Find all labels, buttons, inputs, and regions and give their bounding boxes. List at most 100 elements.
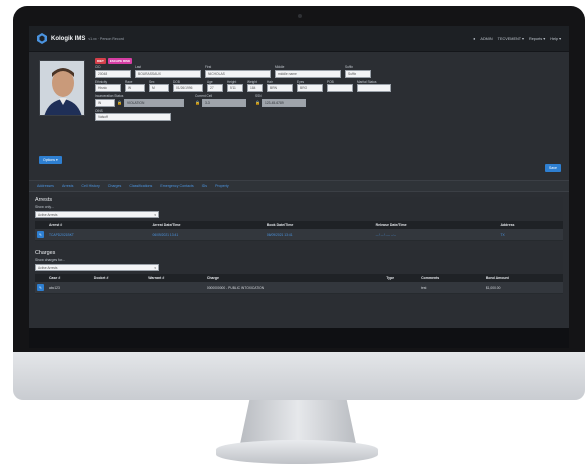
warrant-number-cell: [146, 282, 205, 294]
nav-help-dropdown[interactable]: Help ▾: [550, 36, 561, 41]
case-number-cell: abc123: [47, 282, 92, 294]
tab-ids[interactable]: IDs: [202, 184, 207, 188]
chevron-down-icon: ▾: [154, 265, 156, 270]
arrests-filter-select[interactable]: Active Arrests ▾: [35, 211, 159, 218]
badge-diet: DIET: [95, 58, 106, 64]
last-name-field[interactable]: BOURASSAUX: [135, 69, 201, 78]
edit-column-header: [35, 221, 47, 229]
nav-reports-dropdown[interactable]: Reports ▾: [529, 36, 545, 41]
monitor-scene: Kologik IMS v1.xx · Person Record ● ADMI…: [0, 0, 587, 470]
top-nav: ● ADMIN TECVEMENT ▾ Reports ▾ Help ▾: [473, 36, 561, 42]
table-row[interactable]: ✎ abc123 0000000000 - PUBLIC INTOXICATIO…: [35, 282, 563, 294]
camera-dot: [298, 14, 302, 18]
top-bar: Kologik IMS v1.xx · Person Record ● ADMI…: [29, 26, 569, 52]
col-case-number[interactable]: Case #: [47, 274, 92, 282]
col-address[interactable]: Address: [498, 221, 563, 229]
tab-cell-history[interactable]: Cell History: [81, 184, 99, 188]
col-comments[interactable]: Comments: [419, 274, 484, 282]
age-field[interactable]: 27: [207, 84, 223, 92]
pob-select[interactable]: [327, 84, 353, 92]
badge-escape-risk: ESCAPE RISK: [107, 58, 133, 64]
edit-icon[interactable]: ✎: [37, 231, 44, 238]
kologik-logo-icon: [37, 33, 47, 44]
charges-title: Charges: [35, 250, 56, 256]
brand-name[interactable]: Kologik IMS: [51, 36, 85, 42]
bond-amount-cell: $1,000.00: [483, 282, 563, 294]
cid-field[interactable]: 20048: [95, 69, 131, 78]
monitor-chin: [13, 352, 585, 400]
charge-cell: 0000000000 - PUBLIC INTOXICATION: [204, 282, 385, 294]
sex-select[interactable]: M: [149, 84, 169, 92]
lock-icon: 🔒: [255, 100, 260, 105]
middle-name-field[interactable]: middle name: [275, 69, 341, 78]
oins-field[interactable]: Valsoff: [95, 113, 171, 121]
edit-icon[interactable]: ✎: [37, 284, 44, 291]
book-datetime-cell: 06/09/2021 13:41: [264, 229, 374, 241]
height-field[interactable]: 5'11: [227, 84, 243, 92]
race-select[interactable]: W: [125, 84, 145, 92]
brand-subtitle: v1.xx · Person Record: [88, 36, 124, 41]
arrests-section: Arrests Show only... Active Arrests ▾ Arr…: [35, 197, 563, 241]
arrests-filter-label: Show only...: [35, 205, 54, 209]
record-tabs: Addresses Arrests Cell History Charges C…: [29, 180, 569, 192]
address-cell: TX: [498, 229, 563, 241]
charges-filter-label: Show charges for...: [35, 258, 65, 262]
tab-charges[interactable]: Charges: [108, 184, 122, 188]
col-arrest-datetime[interactable]: Arrest Date/Time: [150, 221, 265, 229]
arrest-number-cell[interactable]: TCAPD2021BKT: [47, 229, 151, 241]
first-name-field[interactable]: NICHOLAS: [205, 69, 271, 78]
chevron-down-icon: ▾: [154, 212, 156, 217]
current-cell-field: 3-3: [201, 98, 246, 107]
ssn-field: 123-45-6789: [261, 98, 306, 107]
lock-icon: 🔒: [117, 100, 122, 105]
lock-icon: 🔒: [195, 100, 200, 105]
person-fields: CID 20048 Last BOURASSAUX First NICHOLAS Mi…: [95, 65, 561, 123]
col-book-datetime[interactable]: Book Date/Time: [264, 221, 374, 229]
arrests-title: Arrests: [35, 197, 53, 203]
person-header: DIET ESCAPE RISK CID 20048 Last BOURASSAUX…: [29, 52, 569, 180]
type-cell: [384, 282, 420, 294]
ethnicity-select[interactable]: Hisnic: [95, 84, 121, 92]
incarceration-detail-field: VIOLATION: [123, 98, 184, 107]
hair-select[interactable]: BRN: [267, 84, 293, 92]
tab-property[interactable]: Property: [215, 184, 229, 188]
tab-arrests[interactable]: Arrests: [62, 184, 73, 188]
col-docket-number[interactable]: Docket #: [91, 274, 147, 282]
marital-select[interactable]: [357, 84, 391, 92]
col-arrest-number[interactable]: Arrest #: [47, 221, 151, 229]
charges-filter-value: Active Arrests: [38, 265, 58, 270]
incarceration-status-select[interactable]: IN: [95, 98, 115, 107]
tab-emergency-contacts[interactable]: Emergency Contacts: [160, 184, 193, 188]
col-bond-amount[interactable]: Bond Amount: [483, 274, 563, 282]
screen-bottom-bar: [29, 328, 569, 348]
edit-column-header: [35, 274, 47, 282]
alert-badges: DIET ESCAPE RISK: [95, 58, 133, 64]
inmate-photo: [39, 60, 85, 116]
docket-number-cell: [91, 282, 147, 294]
user-icon[interactable]: ●: [473, 37, 475, 41]
arrest-datetime-cell: 06/09/2021 13:41: [150, 229, 265, 241]
tab-addresses[interactable]: Addresses: [37, 184, 54, 188]
options-button[interactable]: Options ▾: [39, 156, 62, 164]
nav-admin[interactable]: ADMIN: [480, 37, 492, 41]
col-warrant-number[interactable]: Warrant #: [146, 274, 205, 282]
eyes-select[interactable]: BRO: [297, 84, 323, 92]
app-screen: Kologik IMS v1.xx · Person Record ● ADMI…: [29, 26, 569, 348]
suffix-field[interactable]: Suffix: [345, 69, 371, 78]
tab-classifications[interactable]: Classifications: [129, 184, 152, 188]
release-datetime-cell: -- / -- / ---- --:--: [373, 229, 499, 241]
dob-field[interactable]: 01/26/1996: [173, 84, 203, 92]
charges-section: Charges Show charges for... Active Arres…: [35, 250, 563, 294]
charges-table: Case # Docket # Warrant # Charge Type Co…: [35, 274, 563, 294]
col-type[interactable]: Type: [384, 274, 420, 282]
weight-field[interactable]: 184: [247, 84, 263, 92]
charges-filter-select[interactable]: Active Arrests ▾: [35, 264, 159, 271]
col-charge[interactable]: Charge: [204, 274, 385, 282]
nav-agency-dropdown[interactable]: TECVEMENT ▾: [498, 36, 524, 41]
save-button[interactable]: Save: [545, 164, 561, 172]
arrests-filter-value: Active Arrests: [38, 212, 58, 217]
comments-cell: test: [419, 282, 484, 294]
monitor-stand-foot: [216, 440, 378, 464]
table-row[interactable]: ✎ TCAPD2021BKT 06/09/2021 13:41 06/09/20…: [35, 229, 563, 241]
col-release-datetime[interactable]: Release Date/Time: [373, 221, 499, 229]
